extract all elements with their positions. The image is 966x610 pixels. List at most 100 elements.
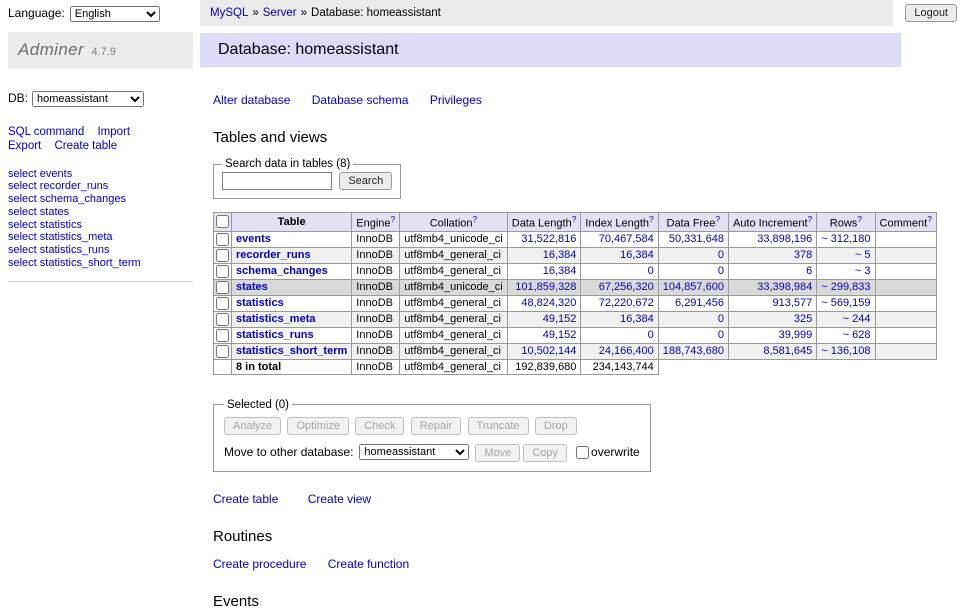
auto-increment-link[interactable]: 325	[794, 313, 812, 325]
data-free-link[interactable]: 0	[718, 329, 724, 341]
help-link[interactable]: ?	[715, 214, 720, 224]
table-link[interactable]: states	[236, 281, 268, 293]
sidebar-item-select-statistics-runs[interactable]: select statistics_runs	[8, 244, 193, 257]
language-select[interactable]: English	[70, 6, 160, 22]
analyze-button[interactable]: Analyze	[224, 417, 281, 435]
move-database-select[interactable]: homeassistant	[359, 444, 469, 460]
help-link[interactable]: ?	[857, 214, 862, 224]
table-link[interactable]: statistics_short_term	[236, 345, 347, 357]
sidebar-item-select-schema-changes[interactable]: select schema_changes	[8, 193, 193, 206]
auto-increment-link[interactable]: 378	[794, 249, 812, 261]
rows-count-link[interactable]: ~ 136,108	[821, 345, 870, 357]
data-free-link[interactable]: 0	[718, 265, 724, 277]
row-checkbox[interactable]	[216, 329, 229, 342]
help-link[interactable]: ?	[473, 214, 478, 224]
drop-button[interactable]: Drop	[535, 417, 577, 435]
help-link[interactable]: ?	[649, 214, 654, 224]
search-input[interactable]	[222, 172, 332, 190]
data-free-link[interactable]: 188,743,680	[663, 345, 724, 357]
data-free-link[interactable]: 104,857,600	[663, 281, 724, 293]
help-link[interactable]: ?	[391, 214, 396, 224]
rows-count-link[interactable]: ~ 299,833	[821, 281, 870, 293]
check-button[interactable]: Check	[355, 417, 404, 435]
truncate-button[interactable]: Truncate	[468, 417, 529, 435]
row-checkbox[interactable]	[216, 297, 229, 310]
table-link[interactable]: recorder_runs	[236, 249, 311, 261]
index-length-link[interactable]: 0	[648, 329, 654, 341]
rows-count-link[interactable]: ~ 628	[843, 329, 871, 341]
create-table-link[interactable]: Create table	[213, 492, 278, 506]
rows-count-link[interactable]: ~ 5	[855, 249, 871, 261]
move-button[interactable]: Move	[475, 444, 520, 462]
row-checkbox[interactable]	[216, 345, 229, 358]
index-length-link[interactable]: 16,384	[620, 313, 654, 325]
sidebar-item-select-statistics[interactable]: select statistics	[8, 219, 193, 232]
table-link[interactable]: events	[236, 233, 271, 245]
row-checkbox[interactable]	[216, 313, 229, 326]
data-length-link[interactable]: 49,152	[543, 313, 577, 325]
auto-increment-link[interactable]: 8,581,645	[763, 345, 812, 357]
optimize-button[interactable]: Optimize	[287, 417, 348, 435]
index-length-link[interactable]: 67,256,320	[599, 281, 654, 293]
auto-increment-link[interactable]: 913,577	[773, 297, 813, 309]
auto-increment-link[interactable]: 6	[806, 265, 812, 277]
search-button[interactable]: Search	[339, 172, 392, 190]
index-length-link[interactable]: 72,220,672	[599, 297, 654, 309]
help-link[interactable]: ?	[572, 214, 577, 224]
rows-count-link[interactable]: ~ 3	[855, 265, 871, 277]
index-length-link[interactable]: 70,467,584	[599, 233, 654, 245]
index-length-link[interactable]: 24,166,400	[599, 345, 654, 357]
data-length-link[interactable]: 31,522,816	[521, 233, 576, 245]
sidebar-link-create-table[interactable]: Create table	[54, 140, 117, 152]
data-free-link[interactable]: 50,331,648	[669, 233, 724, 245]
sidebar-item-select-statistics-meta[interactable]: select statistics_meta	[8, 231, 193, 244]
data-free-link[interactable]: 0	[718, 249, 724, 261]
db-select[interactable]: homeassistant	[32, 91, 144, 107]
help-link[interactable]: ?	[927, 214, 932, 224]
create-procedure-link[interactable]: Create procedure	[213, 557, 306, 571]
select-all-checkbox[interactable]	[216, 215, 229, 228]
data-length-link[interactable]: 49,152	[543, 329, 577, 341]
database-schema-link[interactable]: Database schema	[312, 93, 409, 107]
create-view-link[interactable]: Create view	[308, 492, 371, 506]
sidebar-item-select-recorder-runs[interactable]: select recorder_runs	[8, 180, 193, 193]
copy-button[interactable]: Copy	[523, 444, 567, 462]
create-function-link[interactable]: Create function	[328, 557, 409, 571]
sidebar-item-select-states[interactable]: select states	[8, 206, 193, 219]
table-link[interactable]: statistics_runs	[236, 329, 314, 341]
rows-count-link[interactable]: ~ 244	[843, 313, 871, 325]
sidebar-item-select-statistics-short-term[interactable]: select statistics_short_term	[8, 257, 193, 270]
sidebar-item-select-events[interactable]: select events	[8, 168, 193, 181]
data-length-link[interactable]: 16,384	[543, 265, 577, 277]
alter-database-link[interactable]: Alter database	[213, 93, 290, 107]
help-link[interactable]: ?	[808, 214, 813, 224]
row-checkbox[interactable]	[216, 281, 229, 294]
auto-increment-link[interactable]: 33,398,984	[757, 281, 812, 293]
rows-count-link[interactable]: ~ 312,180	[821, 233, 870, 245]
row-checkbox[interactable]	[216, 265, 229, 278]
auto-increment-link[interactable]: 33,898,196	[757, 233, 812, 245]
repair-button[interactable]: Repair	[411, 417, 461, 435]
logout-button[interactable]: Logout	[905, 4, 957, 22]
rows-count-link[interactable]: ~ 569,159	[821, 297, 870, 309]
index-length-link[interactable]: 16,384	[620, 249, 654, 261]
data-free-link[interactable]: 0	[718, 313, 724, 325]
data-length-link[interactable]: 16,384	[543, 249, 577, 261]
data-length-link[interactable]: 101,859,328	[515, 281, 576, 293]
table-link[interactable]: statistics	[236, 297, 284, 309]
data-length-link[interactable]: 10,502,144	[521, 345, 576, 357]
table-link[interactable]: statistics_meta	[236, 313, 316, 325]
breadcrumb-link-mysql[interactable]: MySQL	[210, 7, 248, 19]
table-link[interactable]: schema_changes	[236, 265, 328, 277]
breadcrumb-link-server[interactable]: Server	[263, 7, 297, 19]
index-length-link[interactable]: 0	[648, 265, 654, 277]
sidebar-link-export[interactable]: Export	[8, 140, 41, 152]
privileges-link[interactable]: Privileges	[430, 93, 482, 107]
auto-increment-link[interactable]: 39,999	[779, 329, 813, 341]
sidebar-link-sql-command[interactable]: SQL command	[8, 126, 84, 138]
data-length-link[interactable]: 48,824,320	[521, 297, 576, 309]
overwrite-checkbox[interactable]	[576, 446, 589, 459]
sidebar-link-import[interactable]: Import	[97, 126, 130, 138]
data-free-link[interactable]: 6,291,456	[675, 297, 724, 309]
row-checkbox[interactable]	[216, 249, 229, 262]
